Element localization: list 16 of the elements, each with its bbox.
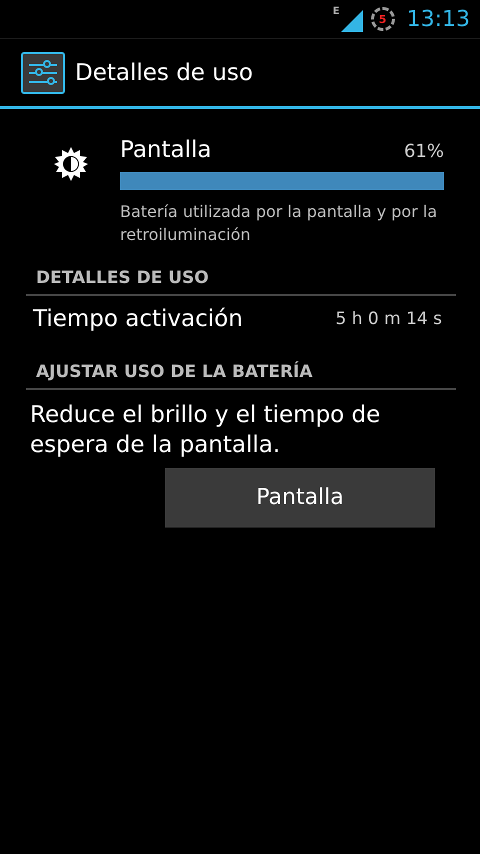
detail-value: 5 h 0 m 14 s [336,309,442,329]
brightness-icon [54,147,88,181]
clock: 13:13 [406,6,470,32]
signal-icon [340,10,363,32]
section-text: Reduce el brillo y el tiempo de espera de la pantalla. [29,401,382,460]
section-header: DETALLES DE USO [26,268,456,296]
section-header: AJUSTAR USO DE LA BATERÍA [26,362,456,390]
usage-percent: 61% [404,141,444,162]
usage-title: Pantalla [120,137,212,163]
notification-badge: 5 [370,7,395,31]
network-type-label: E [332,6,340,17]
usage-description: Batería utilizada por la pantalla y por la retroiluminación [120,201,438,246]
screen-settings-button[interactable]: Pantalla [165,468,435,528]
detail-label: Tiempo activación [33,306,243,332]
screen-title: Detalles de uso [75,60,253,86]
settings-icon[interactable] [21,52,65,94]
